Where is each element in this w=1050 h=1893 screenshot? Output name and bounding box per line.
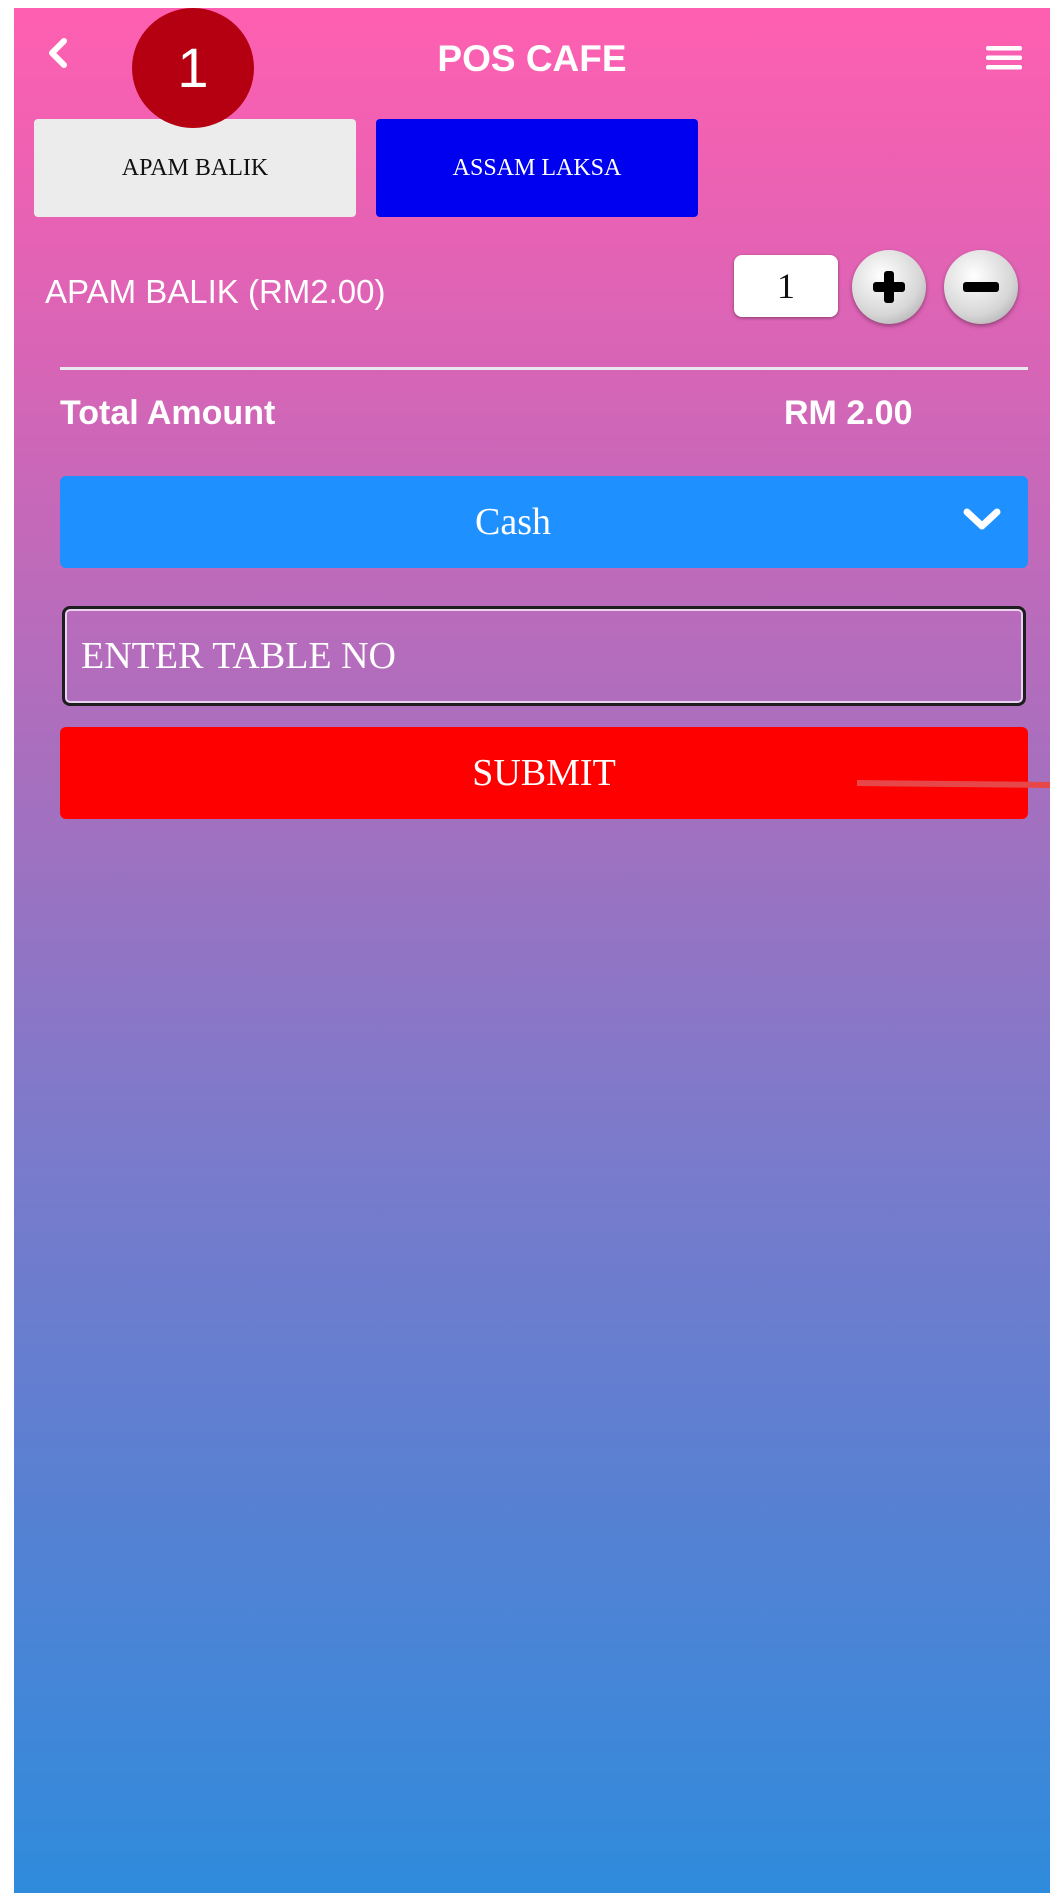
minus-icon (963, 282, 999, 292)
tab-label: APAM BALIK (121, 154, 269, 181)
payment-method-select[interactable]: Cash (60, 476, 1028, 568)
tab-assam-laksa[interactable]: ASSAM LAKSA (376, 119, 698, 217)
divider (60, 367, 1028, 370)
payment-method-value: Cash (475, 501, 551, 543)
step-number-badge: 1 (132, 8, 254, 128)
submit-button[interactable]: SUBMIT (60, 727, 1028, 819)
hamburger-menu-icon[interactable] (984, 43, 1024, 73)
tab-label: ASSAM LAKSA (452, 154, 622, 181)
order-item-label: APAM BALIK (RM2.00) (45, 273, 386, 310)
increase-quantity-button[interactable] (852, 250, 926, 324)
chevron-down-icon (963, 508, 1001, 530)
tab-apam-balik[interactable]: APAM BALIK (34, 119, 356, 217)
plus-icon (873, 271, 905, 303)
total-amount-value: RM 2.00 (784, 394, 913, 432)
table-number-input[interactable] (62, 606, 1026, 706)
quantity-field[interactable]: 1 (734, 255, 838, 317)
decrease-quantity-button[interactable] (944, 250, 1018, 324)
app-screen: POS CAFE 1 APAM BALIK ASSAM LAKSA APAM B… (14, 8, 1050, 1893)
total-amount-label: Total Amount (60, 394, 276, 432)
